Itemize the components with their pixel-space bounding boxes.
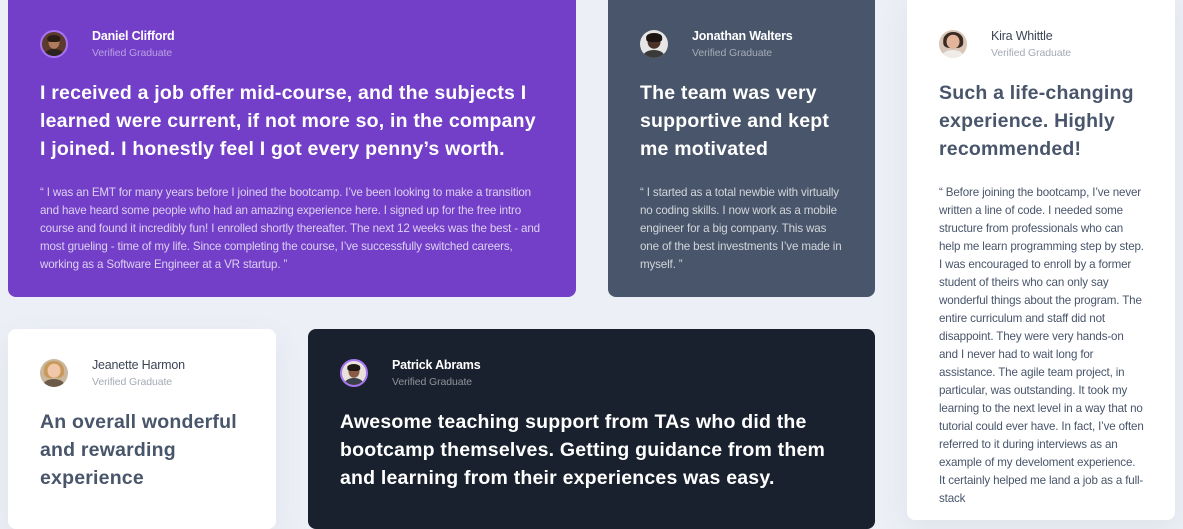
testimonial-header: Jeanette Harmon Verified Graduate — [40, 357, 244, 388]
testimonial-quote: “ I was an EMT for many years before I j… — [40, 186, 540, 271]
kira-avatar-icon — [939, 30, 967, 58]
author-name: Patrick Abrams — [392, 357, 481, 372]
author-name: Kira Whittle — [991, 28, 1053, 43]
testimonial-headline: Awesome teaching support from TAs who di… — [340, 411, 826, 489]
patrick-avatar-icon — [340, 359, 368, 387]
testimonial-headline: I received a job offer mid-course, and t… — [40, 82, 536, 160]
testimonial-card-jonathan-walters: Jonathan Walters Verified Graduate The t… — [608, 0, 875, 297]
author-status: Verified Graduate — [92, 46, 173, 59]
testimonial-headline: The team was very supportive and kept me… — [640, 82, 830, 160]
testimonial-header: Daniel Clifford Verified Graduate — [40, 28, 544, 59]
testimonial-card-jeanette-harmon: Jeanette Harmon Verified Graduate An ove… — [8, 329, 276, 529]
author-name: Jonathan Walters — [692, 28, 793, 43]
testimonial-headline: Such a life-changing experience. Highly … — [939, 82, 1134, 160]
author-status: Verified Graduate — [92, 375, 173, 388]
testimonial-header: Jonathan Walters Verified Graduate — [640, 28, 843, 59]
author-name: Daniel Clifford — [92, 28, 175, 43]
author-status: Verified Graduate — [991, 46, 1072, 59]
author-status: Verified Graduate — [392, 375, 473, 388]
testimonial-quote: “ Before joining the bootcamp, I’ve neve… — [939, 186, 1144, 505]
testimonial-header: Kira Whittle Verified Graduate — [939, 28, 1143, 59]
jonathan-avatar-icon — [640, 30, 668, 58]
testimonial-headline: An overall wonderful and rewarding exper… — [40, 411, 237, 489]
testimonial-quote: “ I started as a total newbie with virtu… — [640, 186, 842, 271]
author-name: Jeanette Harmon — [92, 357, 185, 372]
testimonial-header: Patrick Abrams Verified Graduate — [340, 357, 843, 388]
author-status: Verified Graduate — [692, 46, 773, 59]
testimonial-card-patrick-abrams: Patrick Abrams Verified Graduate Awesome… — [308, 329, 875, 529]
jeanette-avatar-icon — [40, 359, 68, 387]
testimonial-card-kira-whittle: Kira Whittle Verified Graduate Such a li… — [907, 0, 1175, 520]
testimonial-card-daniel-clifford: Daniel Clifford Verified Graduate I rece… — [8, 0, 576, 297]
daniel-avatar-icon — [40, 30, 68, 58]
